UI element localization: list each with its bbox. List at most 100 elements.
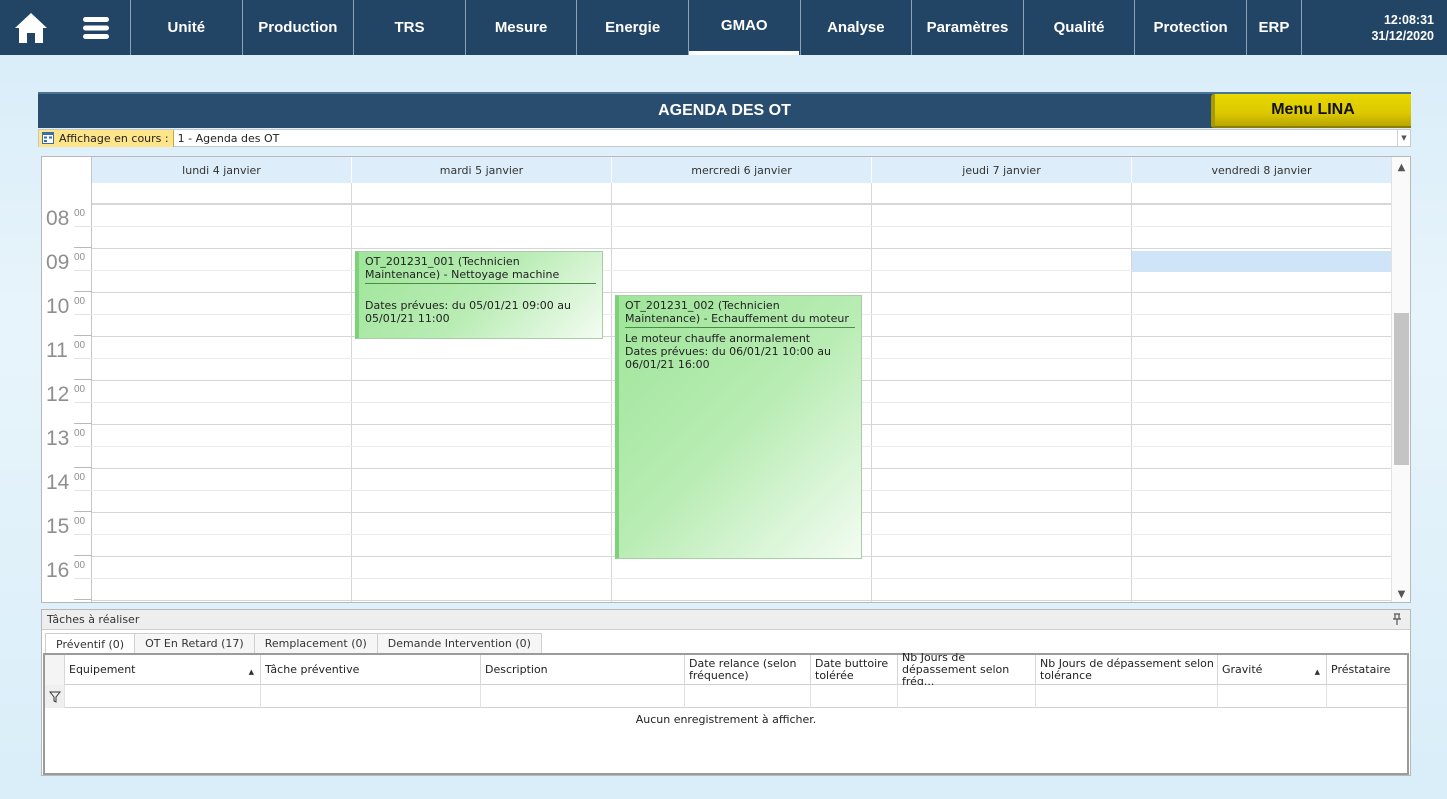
all-day-cell[interactable] [352,183,612,204]
event-ot-201231-001[interactable]: OT_201231_001 (Technicien Maintenance) -… [355,251,603,339]
view-selector[interactable]: Affichage en cours : 1 - Agenda des OT ▼ [38,129,1411,147]
column-header-label: Equipement [69,663,136,676]
hour-gridline [92,292,1391,293]
week-calendar: lundi 4 janvier mardi 5 janvier mercredi… [41,156,1411,603]
day-header[interactable]: vendredi 8 janvier [1132,157,1391,183]
filter-cell[interactable] [810,685,897,708]
filter-cell[interactable] [1035,685,1217,708]
column-header-gravite[interactable]: Gravité ▲ [1217,655,1326,685]
filter-icon[interactable] [45,685,64,708]
half-hour-tick [74,578,92,579]
tab-ot-en-retard[interactable]: OT En Retard (17) [134,633,255,653]
calendar-corner [42,157,92,204]
calendar-view-icon [42,132,54,144]
nav-tab-production[interactable]: Production [241,0,354,55]
column-header-prestataire[interactable]: Préstataire [1326,655,1407,685]
half-hour-tick [74,314,92,315]
calendar-scrollbar[interactable]: ▲ ▼ [1391,157,1410,602]
tab-demande-intervention[interactable]: Demande Intervention (0) [376,633,542,653]
day-header[interactable]: mardi 5 janvier [352,157,612,183]
hour-label: 16 [46,559,70,582]
nav-tab-qualite[interactable]: Qualité [1022,0,1135,55]
half-hour-tick [74,402,92,403]
nav-tab-protection[interactable]: Protection [1134,0,1246,55]
time-column: 08 00 09 00 10 00 11 00 12 00 13 00 14 00 15 00 16 00 [42,204,92,602]
chevron-up-icon[interactable]: ▲ [1392,159,1410,175]
half-hour-tick [74,446,92,447]
time-slot: 11 00 [42,336,92,380]
home-button[interactable] [0,0,62,55]
all-day-cell[interactable] [872,183,1132,204]
all-day-cell[interactable] [612,183,872,204]
half-hour-tick [74,226,92,227]
clock-time: 12:08:31 [1383,12,1434,27]
pin-icon[interactable] [1392,613,1402,626]
selected-slot[interactable] [1132,251,1391,272]
column-header-date-buttoire[interactable]: Date buttoire tolérée [810,655,897,685]
time-slot: 15 00 [42,512,92,556]
chevron-down-icon[interactable]: ▼ [1397,130,1410,146]
agenda-header: AGENDA DES OT Menu LINA [38,92,1411,128]
view-label-text: Affichage en cours : [59,131,169,145]
time-slot: 10 00 [42,292,92,336]
tab-preventif[interactable]: Préventif (0) [45,633,136,654]
column-header-depassement-tolerance[interactable]: Nb Jours de dépassement selon tolérance [1035,655,1217,685]
nav-tab-analyse[interactable]: Analyse [799,0,912,55]
filter-cell[interactable] [897,685,1035,708]
column-header-depassement-frequence[interactable]: Nb Jours de dépassement selon fréq... [897,652,1035,688]
menu-lina-button[interactable]: Menu LINA [1211,94,1411,128]
event-description [365,288,596,299]
event-ot-201231-002[interactable]: OT_201231_002 (Technicien Maintenance) -… [615,295,862,559]
half-hour-tick [74,534,92,535]
calendar-grid[interactable]: OT_201231_001 (Technicien Maintenance) -… [92,204,1391,602]
view-value[interactable]: 1 - Agenda des OT [174,132,1397,145]
minute-label: 00 [74,340,86,351]
day-column[interactable] [872,204,1132,602]
day-header[interactable]: lundi 4 janvier [92,157,352,183]
tasks-panel-header: Tâches à réaliser [42,610,1410,630]
home-icon [15,12,47,43]
nav-tab-parametres[interactable]: Paramètres [911,0,1023,55]
chevron-down-icon[interactable]: ▼ [1392,586,1410,602]
day-column[interactable] [92,204,352,602]
column-header-description[interactable]: Description [480,655,684,685]
day-header[interactable]: mercredi 6 janvier [612,157,872,183]
all-day-cell[interactable] [1132,183,1391,204]
filter-cell[interactable] [1217,685,1326,708]
filter-cell[interactable] [480,685,684,708]
tab-remplacement[interactable]: Remplacement (0) [253,633,378,653]
event-title: OT_201231_002 (Technicien Maintenance) -… [625,299,855,328]
column-header-equipement[interactable]: Equipement ▲ [64,655,260,685]
tasks-table: Equipement ▲ Tâche préventive Descriptio… [43,652,1409,775]
nav-tab-gmao-wrap: GMAO [687,0,800,55]
all-day-cell[interactable] [92,183,352,204]
sort-asc-icon: ▲ [1314,668,1320,676]
nav-tab-erp[interactable]: ERP [1245,0,1301,55]
half-hour-gridline [92,226,1391,227]
time-slot: 08 00 [42,204,92,248]
filter-cell[interactable] [260,685,480,708]
sort-asc-icon: ▲ [248,668,254,676]
column-header-tache-preventive[interactable]: Tâche préventive [260,655,480,685]
filter-cell[interactable] [684,685,810,708]
time-slot: 13 00 [42,424,92,468]
hamburger-menu-button[interactable] [62,0,130,55]
hamburger-menu-icon [83,16,109,39]
hour-gridline [92,600,1391,601]
nav-tab-gmao[interactable]: GMAO [689,0,800,55]
funnel-icon [48,691,61,703]
event-dates: Dates prévues: du 05/01/21 09:00 au 05/0… [365,299,571,325]
minute-label: 00 [74,472,86,483]
day-header[interactable]: jeudi 7 janvier [872,157,1132,183]
nav-tab-unite[interactable]: Unité [130,0,242,55]
minute-label: 00 [74,428,86,439]
nav-tab-mesure[interactable]: Mesure [464,0,577,55]
minute-label: 00 [74,252,86,263]
nav-tab-trs[interactable]: TRS [353,0,465,55]
column-header-label: Tâche préventive [265,663,360,676]
scrollbar-thumb[interactable] [1394,313,1409,465]
nav-tab-energie[interactable]: Energie [576,0,688,55]
column-header-date-relance[interactable]: Date relance (selon fréquence) [684,655,810,685]
filter-cell[interactable] [1326,685,1407,708]
filter-cell[interactable] [64,685,260,708]
